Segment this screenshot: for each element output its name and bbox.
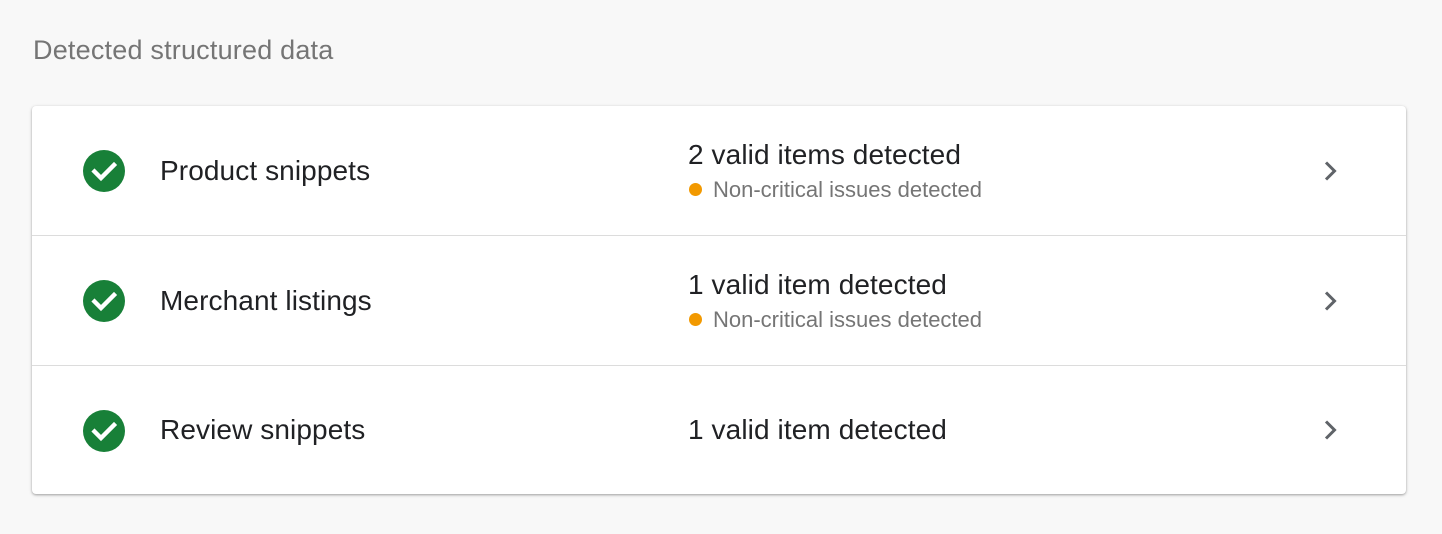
valid-items-count: 1 valid item detected	[688, 414, 947, 445]
issue-text: Non-critical issues detected	[713, 306, 983, 332]
item-title: Merchant listings	[160, 284, 372, 316]
chevron-right-icon[interactable]	[1317, 158, 1343, 184]
item-row-review-snippets[interactable]: Review snippets 1 valid item detected	[32, 366, 1406, 494]
item-row-product-snippets[interactable]: Product snippets 2 valid items detected …	[32, 106, 1406, 236]
section-title: Detected structured data	[33, 35, 334, 65]
chevron-right-icon[interactable]	[1317, 417, 1343, 443]
structured-data-panel: Detected structured data Product snippet…	[0, 0, 1442, 534]
item-title: Review snippets	[160, 414, 366, 445]
item-status: 2 valid items detected Non-critical issu…	[688, 106, 982, 235]
check-circle-icon	[83, 410, 125, 452]
warning-dot-icon	[689, 313, 702, 326]
structured-data-card: Product snippets 2 valid items detected …	[32, 106, 1406, 494]
item-status: 1 valid item detected Non-critical issue…	[688, 236, 982, 365]
valid-items-count: 2 valid items detected	[688, 138, 962, 170]
chevron-right-icon[interactable]	[1317, 288, 1343, 314]
issue-status: Non-critical issues detected	[688, 175, 982, 205]
item-status: 1 valid item detected	[688, 366, 947, 494]
item-title: Product snippets	[160, 154, 371, 186]
issue-text: Non-critical issues detected	[713, 176, 983, 202]
item-row-merchant-listings[interactable]: Merchant listings 1 valid item detected …	[32, 236, 1406, 366]
valid-items-count: 1 valid item detected	[688, 268, 947, 300]
check-circle-icon	[83, 280, 125, 322]
check-circle-icon	[83, 150, 125, 192]
issue-status: Non-critical issues detected	[688, 305, 982, 335]
warning-dot-icon	[689, 183, 702, 196]
